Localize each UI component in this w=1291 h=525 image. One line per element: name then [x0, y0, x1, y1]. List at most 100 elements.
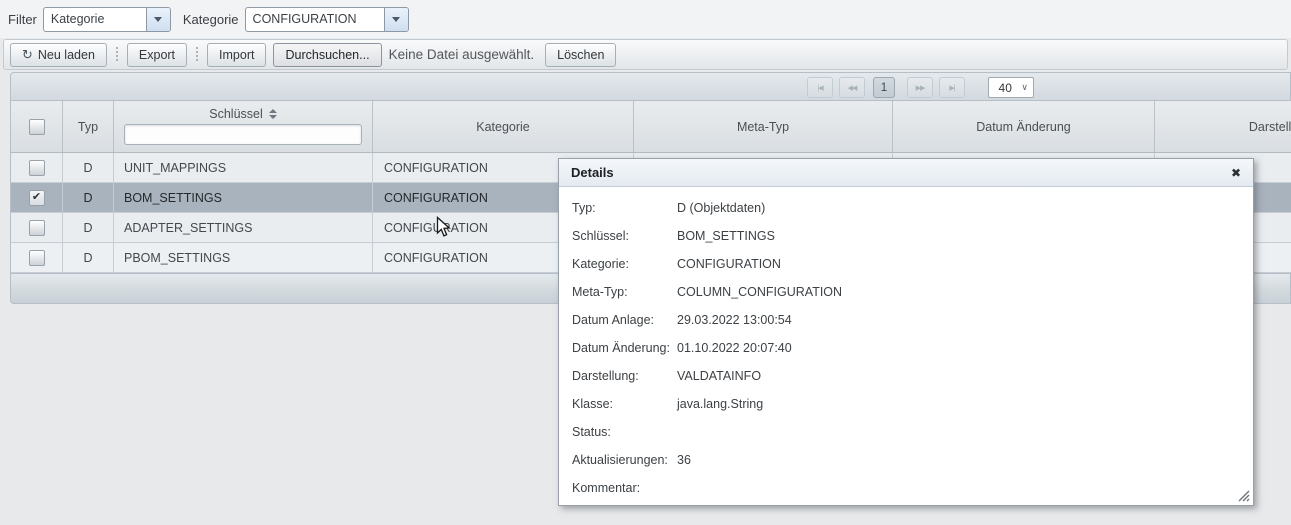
field-value: 01.10.2022 20:07:40	[677, 341, 792, 355]
column-label: Typ	[78, 120, 98, 134]
row-checkbox[interactable]	[29, 160, 45, 176]
cell-select	[11, 213, 63, 242]
detail-field: Meta-Typ: COLUMN_CONFIGURATION	[559, 278, 1253, 306]
detail-field: Status:	[559, 418, 1253, 446]
toolbar: ↻ Neu laden Export Import Durchsuchen...…	[3, 39, 1288, 70]
delete-button[interactable]: Löschen	[545, 43, 616, 67]
detail-field: Klasse: java.lang.String	[559, 390, 1253, 418]
column-header-schluessel[interactable]: Schlüssel	[114, 101, 373, 152]
detail-field: Typ: D (Objektdaten)	[559, 194, 1253, 222]
column-header-darstellung[interactable]: Darstellung	[1155, 101, 1291, 152]
cell-schluessel: UNIT_MAPPINGS	[114, 153, 373, 182]
resize-grip-icon[interactable]	[1237, 489, 1250, 502]
cell-typ: D	[63, 243, 114, 272]
field-label: Status:	[572, 425, 677, 439]
column-label: Datum Änderung	[976, 120, 1071, 134]
row-checkbox[interactable]	[29, 220, 45, 236]
close-icon[interactable]: ✖	[1231, 166, 1241, 180]
select-all-checkbox[interactable]	[29, 119, 45, 135]
cell-typ: D	[63, 213, 114, 242]
next-page-icon: ▶▶	[916, 84, 925, 92]
chevron-down-icon: ∨	[1021, 82, 1028, 93]
detail-field: Schlüssel: BOM_SETTINGS	[559, 222, 1253, 250]
reload-button[interactable]: ↻ Neu laden	[10, 43, 107, 67]
page-size-value: 40	[989, 81, 1021, 95]
browse-button[interactable]: Durchsuchen...	[273, 43, 381, 67]
field-label: Datum Änderung:	[572, 341, 677, 355]
column-header-typ[interactable]: Typ	[63, 101, 114, 152]
paginator-last-button[interactable]: ▶|	[939, 77, 965, 98]
field-label: Datum Anlage:	[572, 313, 677, 327]
first-page-icon: |◀	[817, 84, 822, 92]
column-header-kategorie[interactable]: Kategorie	[373, 101, 634, 152]
paginator-page-button[interactable]: 1	[873, 77, 895, 98]
column-label: Schlüssel	[209, 107, 263, 121]
field-label: Typ:	[572, 201, 677, 215]
browse-label: Durchsuchen...	[285, 48, 369, 62]
cell-schluessel: ADAPTER_SETTINGS	[114, 213, 373, 242]
filter-select-value: Kategorie	[44, 8, 146, 31]
export-button[interactable]: Export	[127, 43, 187, 67]
cell-select	[11, 153, 63, 182]
cell-select	[11, 243, 63, 272]
field-value: BOM_SETTINGS	[677, 229, 775, 243]
kategorie-select[interactable]: CONFIGURATION	[245, 7, 409, 32]
row-checkbox[interactable]: ✔	[29, 190, 45, 206]
column-label: Darstellung	[1249, 120, 1291, 134]
prev-page-icon: ◀◀	[848, 84, 857, 92]
application-window: Filter Kategorie Kategorie CONFIGURATION…	[0, 0, 1291, 525]
cell-schluessel: BOM_SETTINGS	[114, 183, 373, 212]
row-checkbox[interactable]	[29, 250, 45, 266]
field-value: 36	[677, 453, 691, 467]
current-page-number: 1	[881, 82, 887, 94]
last-page-icon: ▶|	[949, 84, 954, 92]
kategorie-label: Kategorie	[183, 12, 239, 27]
field-label: Aktualisierungen:	[572, 453, 677, 467]
field-label: Darstellung:	[572, 369, 677, 383]
file-status-text: Keine Datei ausgewählt.	[389, 47, 535, 62]
detail-field: Datum Änderung: 01.10.2022 20:07:40	[559, 334, 1253, 362]
export-label: Export	[139, 48, 175, 62]
dialog-titlebar[interactable]: Details ✖	[559, 159, 1253, 187]
column-label: Kategorie	[476, 120, 530, 134]
import-button[interactable]: Import	[207, 43, 266, 67]
column-header-meta-typ[interactable]: Meta-Typ	[634, 101, 893, 152]
cell-schluessel: PBOM_SETTINGS	[114, 243, 373, 272]
toolbar-separator	[195, 47, 199, 62]
schluessel-filter-input[interactable]	[124, 124, 362, 145]
kategorie-select-value: CONFIGURATION	[246, 8, 384, 31]
detail-field: Kategorie: CONFIGURATION	[559, 250, 1253, 278]
toolbar-separator	[115, 47, 119, 62]
paginator: |◀ ◀◀ 1 ▶▶ ▶| 40 ∨	[10, 72, 1291, 101]
detail-field: Darstellung: VALDATAINFO	[559, 362, 1253, 390]
field-value: 29.03.2022 13:00:54	[677, 313, 792, 327]
import-label: Import	[219, 48, 254, 62]
detail-field: Kommentar:	[559, 474, 1253, 502]
delete-label: Löschen	[557, 48, 604, 62]
field-label: Schlüssel:	[572, 229, 677, 243]
paginator-first-button[interactable]: |◀	[807, 77, 833, 98]
chevron-down-icon[interactable]	[384, 8, 408, 31]
filter-select[interactable]: Kategorie	[43, 7, 171, 32]
field-value: CONFIGURATION	[677, 257, 781, 271]
field-value: java.lang.String	[677, 397, 763, 411]
detail-field: Aktualisierungen: 36	[559, 446, 1253, 474]
dialog-title: Details	[571, 165, 614, 180]
chevron-down-icon[interactable]	[146, 8, 170, 31]
field-label: Kategorie:	[572, 257, 677, 271]
dialog-body: Typ: D (Objektdaten) Schlüssel: BOM_SETT…	[559, 187, 1253, 502]
cell-typ: D	[63, 153, 114, 182]
detail-field: Datum Anlage: 29.03.2022 13:00:54	[559, 306, 1253, 334]
details-dialog: Details ✖ Typ: D (Objektdaten) Schlüssel…	[558, 158, 1254, 506]
paginator-next-button[interactable]: ▶▶	[907, 77, 933, 98]
field-label: Meta-Typ:	[572, 285, 677, 299]
column-header-datum-aenderung[interactable]: Datum Änderung	[893, 101, 1155, 152]
reload-icon: ↻	[22, 48, 33, 61]
field-value: VALDATAINFO	[677, 369, 761, 383]
paginator-prev-button[interactable]: ◀◀	[839, 77, 865, 98]
sort-icon[interactable]	[269, 109, 277, 119]
field-label: Klasse:	[572, 397, 677, 411]
page-size-select[interactable]: 40 ∨	[988, 77, 1034, 98]
filter-bar: Filter Kategorie Kategorie CONFIGURATION	[0, 0, 1291, 38]
cell-select: ✔	[11, 183, 63, 212]
